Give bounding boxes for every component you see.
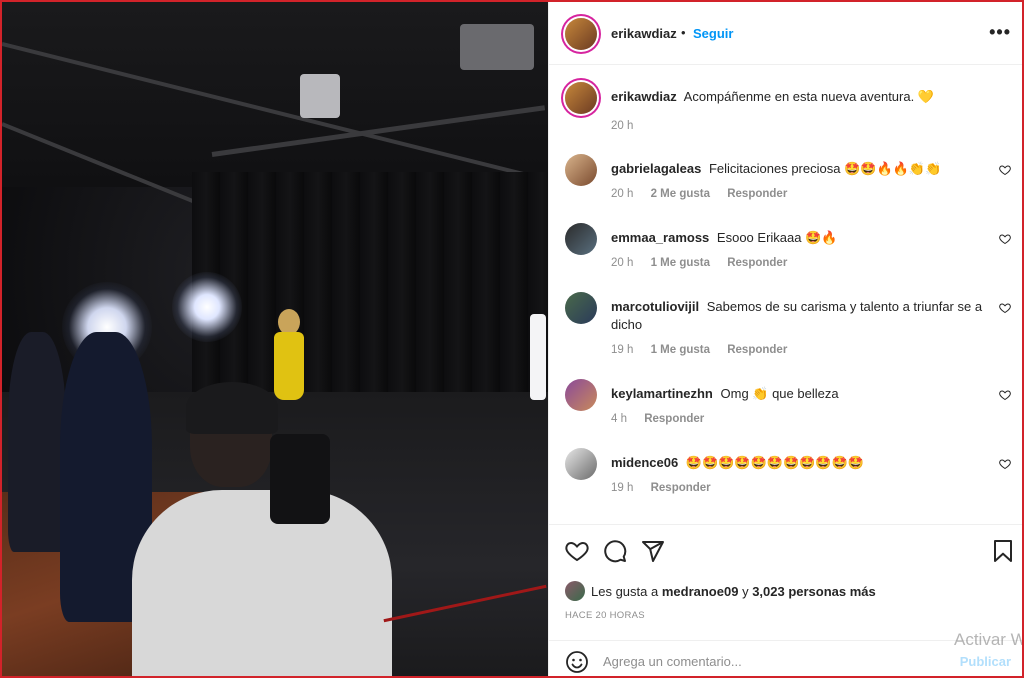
comment-text: Omg 👏 que belleza	[720, 386, 839, 401]
caption-username[interactable]: erikawdiaz	[611, 89, 677, 104]
comment-text: Esooo Erikaaa 🤩🔥	[716, 230, 838, 245]
comment-item: marcotuliovijil Sabemos de su carisma y …	[565, 292, 1011, 370]
comment-body: midence06 🤩🤩🤩🤩🤩🤩🤩🤩🤩🤩🤩	[611, 454, 991, 472]
comment-meta: 19 h Responder	[611, 482, 725, 494]
comment-time[interactable]: 20 h	[611, 257, 633, 269]
reply-button[interactable]: Responder	[727, 257, 787, 269]
follow-button[interactable]: Seguir	[693, 26, 733, 41]
comment-time[interactable]: 4 h	[611, 413, 627, 425]
liker-username[interactable]: medranoe09	[662, 584, 739, 599]
photo-cameraman	[132, 490, 392, 676]
photo-cameraman-cap	[186, 382, 278, 434]
comment-avatar[interactable]	[565, 448, 597, 480]
photo-softbox	[530, 314, 546, 400]
comment-body: marcotuliovijil Sabemos de su carisma y …	[611, 298, 991, 334]
photo-ceiling-light	[300, 74, 340, 118]
post-photo[interactable]	[2, 2, 548, 676]
post-actions: Les gusta a medranoe09 y 3,023 personas …	[549, 524, 1022, 642]
share-icon[interactable]	[641, 539, 665, 563]
heart-icon[interactable]	[999, 389, 1011, 401]
comment-item: midence06 🤩🤩🤩🤩🤩🤩🤩🤩🤩🤩🤩 19 h Responder	[565, 448, 1011, 508]
caption-time[interactable]: 20 h	[611, 120, 633, 132]
comment-likes[interactable]: 1 Me gusta	[651, 344, 710, 356]
comment-meta: 20 h 1 Me gusta Responder	[611, 257, 801, 269]
reply-button[interactable]: Responder	[727, 344, 787, 356]
comments-list[interactable]: erikawdiaz Acompáñenme en esta nueva ave…	[549, 66, 1022, 524]
comment-likes[interactable]: 1 Me gusta	[651, 257, 710, 269]
comment-meta: 4 h Responder	[611, 413, 718, 425]
post-side-panel: erikawdiaz • Seguir ••• erikawdiaz Acomp…	[548, 2, 1022, 676]
comment-avatar[interactable]	[565, 379, 597, 411]
comment-username[interactable]: keylamartinezhn	[611, 386, 713, 401]
comment-avatar[interactable]	[565, 292, 597, 324]
publish-button[interactable]: Publicar	[960, 654, 1011, 669]
comment-input[interactable]	[603, 651, 933, 671]
comment-body: emmaa_ramoss Esooo Erikaaa 🤩🔥	[611, 229, 991, 247]
likes-summary: Les gusta a medranoe09 y 3,023 personas …	[565, 581, 876, 601]
author-avatar[interactable]	[565, 18, 597, 50]
reply-button[interactable]: Responder	[644, 413, 704, 425]
header-separator: •	[681, 25, 686, 40]
comment-username[interactable]: marcotuliovijil	[611, 299, 699, 314]
comment-time[interactable]: 19 h	[611, 482, 633, 494]
comment-body: gabrielagaleas Felicitaciones preciosa 🤩…	[611, 160, 991, 178]
heart-icon[interactable]	[999, 233, 1011, 245]
comment-meta: 19 h 1 Me gusta Responder	[611, 344, 801, 356]
comment-time[interactable]: 19 h	[611, 344, 633, 356]
comment-text: Felicitaciones preciosa 🤩🤩🔥🔥👏👏	[708, 161, 942, 176]
windows-activation-watermark: Activar W	[954, 630, 1024, 649]
heart-icon[interactable]	[565, 539, 589, 563]
comment-item: emmaa_ramoss Esooo Erikaaa 🤩🔥 20 h 1 Me …	[565, 223, 1011, 283]
post-time[interactable]: HACE 20 HORAS	[565, 610, 645, 621]
photo-video-camera	[270, 434, 330, 524]
likes-mid: y	[742, 583, 749, 599]
comment-avatar[interactable]	[565, 223, 597, 255]
more-icon[interactable]: •••	[989, 22, 1011, 43]
likes-prefix: Les gusta a	[591, 583, 659, 599]
photo-presenter-dress	[274, 332, 304, 400]
comment-text: 🤩🤩🤩🤩🤩🤩🤩🤩🤩🤩🤩	[685, 455, 864, 470]
comment-username[interactable]: emmaa_ramoss	[611, 230, 709, 245]
heart-icon[interactable]	[999, 458, 1011, 470]
caption-meta: 20 h	[611, 120, 647, 132]
reply-button[interactable]: Responder	[727, 188, 787, 200]
bookmark-icon[interactable]	[991, 539, 1015, 563]
add-comment-bar: Publicar	[549, 640, 1022, 676]
photo-curtain	[192, 172, 548, 412]
caption-body: erikawdiaz Acompáñenme en esta nueva ave…	[611, 88, 991, 106]
likes-count[interactable]: 3,023 personas más	[752, 584, 876, 599]
comment-icon[interactable]	[603, 539, 627, 563]
comment-meta: 20 h 2 Me gusta Responder	[611, 188, 801, 200]
post-window: erikawdiaz • Seguir ••• erikawdiaz Acomp…	[0, 0, 1024, 678]
photo-ceiling-light	[460, 24, 534, 70]
comment-time[interactable]: 20 h	[611, 188, 633, 200]
caption: erikawdiaz Acompáñenme en esta nueva ave…	[565, 82, 1011, 142]
comment-username[interactable]: midence06	[611, 455, 678, 470]
comment-likes[interactable]: 2 Me gusta	[651, 188, 710, 200]
smile-icon[interactable]	[565, 650, 589, 674]
comment-item: keylamartinezhn Omg 👏 que belleza 4 h Re…	[565, 379, 1011, 439]
comment-item: gabrielagaleas Felicitaciones preciosa 🤩…	[565, 154, 1011, 214]
heart-icon[interactable]	[999, 302, 1011, 314]
post-header: erikawdiaz • Seguir •••	[549, 2, 1022, 65]
author-avatar[interactable]	[565, 82, 597, 114]
photo-crew-member	[8, 332, 66, 552]
comment-username[interactable]: gabrielagaleas	[611, 161, 701, 176]
reply-button[interactable]: Responder	[651, 482, 711, 494]
liker-avatar[interactable]	[565, 581, 585, 601]
author-username[interactable]: erikawdiaz	[611, 26, 677, 41]
caption-text: Acompáñenme en esta nueva aventura. 💛	[683, 89, 935, 104]
comment-avatar[interactable]	[565, 154, 597, 186]
photo-spotlight	[172, 272, 242, 342]
heart-icon[interactable]	[999, 164, 1011, 176]
comment-body: keylamartinezhn Omg 👏 que belleza	[611, 385, 991, 403]
